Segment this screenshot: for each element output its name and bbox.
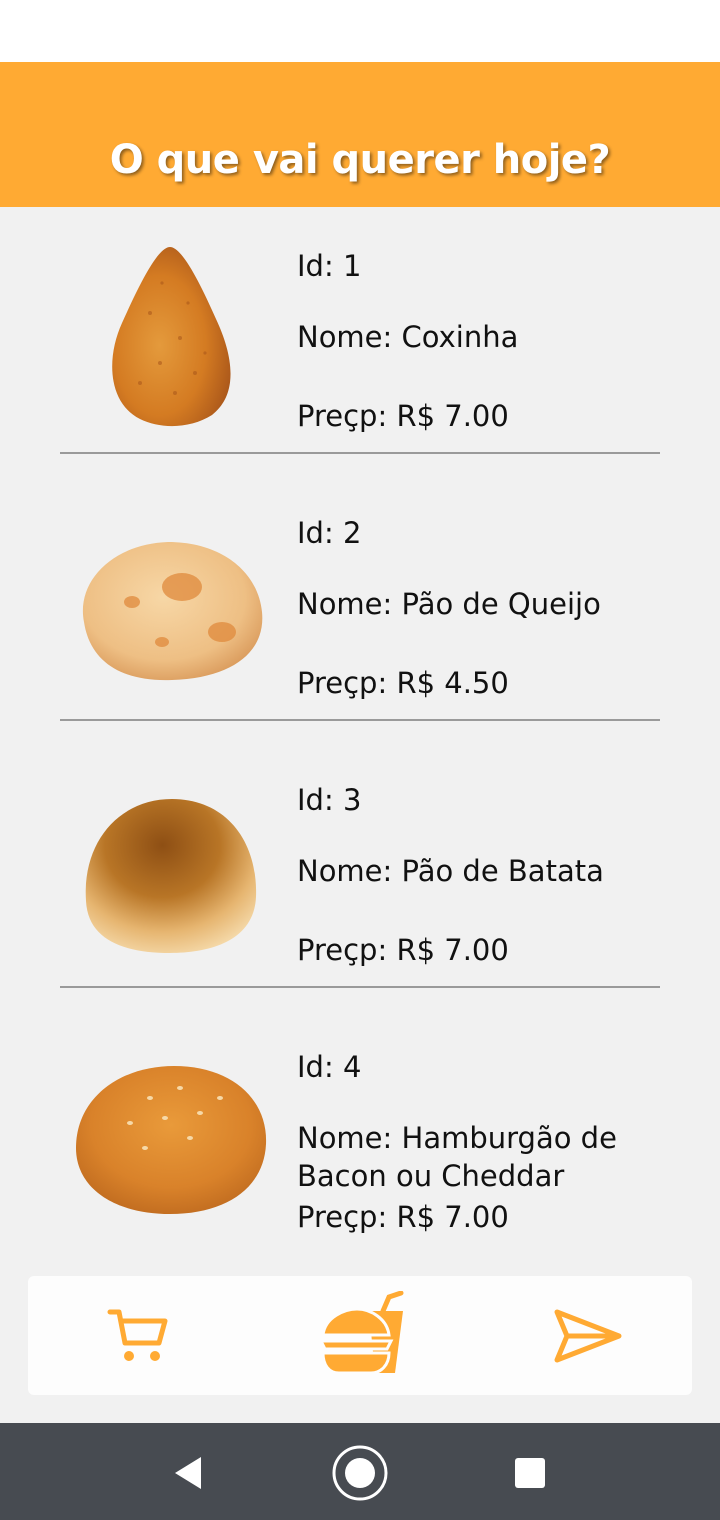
back-button[interactable] [158, 1443, 218, 1503]
app-header: O que vai querer hoje? [0, 62, 720, 207]
product-item[interactable]: Id: 1 Nome: Coxinha Preçp: R$ 7.00 [0, 207, 720, 474]
product-list[interactable]: Id: 1 Nome: Coxinha Preçp: R$ 7.00 Id: 2 [0, 207, 720, 1265]
product-name: Nome: Hamburgão de Bacon ou Cheddar [297, 1121, 617, 1193]
product-id: Id: 2 [297, 516, 362, 550]
bottom-navigation [28, 1276, 692, 1395]
divider [60, 719, 660, 721]
product-price: Preçp: R$ 4.50 [297, 666, 509, 700]
product-name: Nome: Pão de Batata [297, 854, 604, 888]
product-item[interactable]: Id: 2 Nome: Pão de Queijo Preçp: R$ 4.50 [0, 474, 720, 741]
back-icon [175, 1457, 201, 1489]
product-name: Nome: Coxinha [297, 320, 519, 354]
status-bar [0, 0, 720, 62]
divider [60, 452, 660, 454]
recents-icon [515, 1458, 545, 1488]
hamburgao-image [76, 1066, 267, 1214]
page-title: O que vai querer hoje? [109, 137, 611, 183]
send-icon [554, 1309, 622, 1362]
product-price: Preçp: R$ 7.00 [297, 1200, 509, 1234]
menu-button[interactable] [310, 1276, 410, 1395]
burger-drink-icon [318, 1290, 404, 1374]
product-name: Nome: Pão de Queijo [297, 587, 601, 621]
system-navigation-bar [0, 1423, 720, 1520]
product-id: Id: 4 [297, 1050, 362, 1084]
pao-de-batata-image [85, 799, 257, 953]
home-button[interactable] [330, 1443, 390, 1503]
send-button[interactable] [538, 1276, 638, 1395]
home-icon [332, 1445, 388, 1501]
product-item[interactable]: Id: 4 Nome: Hamburgão de Bacon ou Chedda… [0, 1008, 720, 1265]
product-price: Preçp: R$ 7.00 [297, 933, 509, 967]
cart-icon [107, 1309, 168, 1361]
coxinha-image [112, 247, 231, 427]
cart-button[interactable] [88, 1276, 188, 1395]
divider [60, 986, 660, 988]
recents-button[interactable] [500, 1443, 560, 1503]
pao-de-queijo-image [82, 542, 263, 681]
product-item[interactable]: Id: 3 Nome: Pão de Batata Preçp: R$ 7.00 [0, 741, 720, 1008]
product-id: Id: 1 [297, 249, 362, 283]
product-id: Id: 3 [297, 783, 362, 817]
product-price: Preçp: R$ 7.00 [297, 399, 509, 433]
